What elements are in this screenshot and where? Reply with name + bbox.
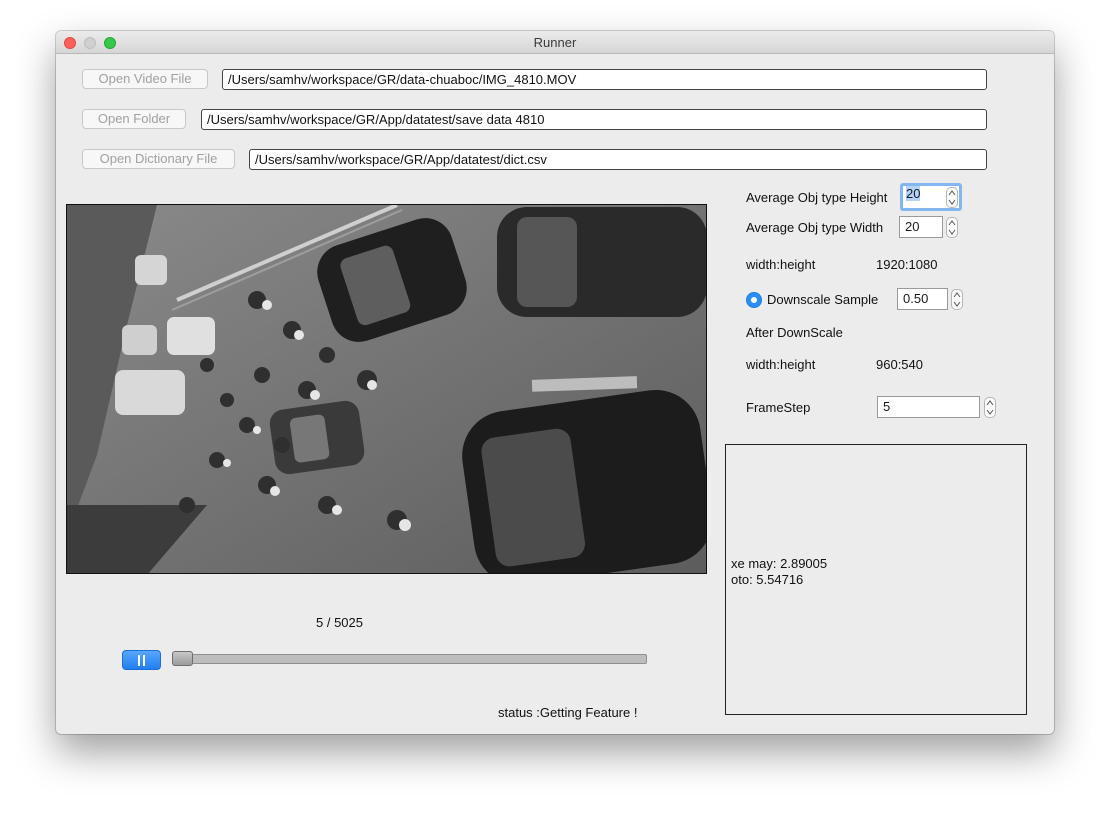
downscale-radio-icon[interactable]: [746, 292, 762, 308]
framestep-input[interactable]: 5: [877, 396, 980, 418]
downscale-value: 0.50: [903, 291, 929, 306]
frame-slider-thumb[interactable]: [172, 651, 194, 666]
avg-width-input[interactable]: 20: [899, 216, 943, 238]
result-line-motorbike: xe may: 2.89005: [731, 556, 828, 571]
width-height-value: 1920:1080: [876, 257, 938, 272]
avg-height-stepper-icon[interactable]: [946, 187, 958, 208]
result-line-car: oto: 5.54716: [731, 572, 804, 587]
avg-height-value: 20: [906, 186, 921, 201]
dictionary-path-field[interactable]: /Users/samhv/workspace/GR/App/datatest/d…: [249, 149, 987, 170]
downscale-stepper-icon[interactable]: [951, 289, 963, 310]
framestep-value: 5: [883, 399, 891, 414]
status-text: status :Getting Feature !: [498, 705, 638, 720]
avg-width-label: Average Obj type Width: [746, 220, 884, 235]
avg-width-stepper-icon[interactable]: [946, 217, 958, 238]
results-output-panel: xe may: 2.89005 oto: 5.54716: [725, 444, 1027, 715]
window-title: Runner: [533, 35, 577, 50]
pause-icon: [138, 655, 140, 666]
avg-height-label: Average Obj type Height: [746, 190, 888, 205]
frame-slider-track[interactable]: [172, 654, 647, 664]
folder-path-field[interactable]: /Users/samhv/workspace/GR/App/datatest/s…: [201, 109, 987, 130]
stepper-arrows-icon: [953, 292, 961, 307]
stepper-arrows-icon: [986, 400, 994, 415]
video-frame: [66, 204, 707, 574]
framestep-label: FrameStep: [746, 400, 811, 415]
after-downscale-label: After DownScale: [746, 325, 843, 340]
runner-window: Runner Open Video File /Users/samhv/work…: [56, 31, 1054, 734]
video-path-field[interactable]: /Users/samhv/workspace/GR/data-chuaboc/I…: [222, 69, 987, 90]
avg-width-value: 20: [905, 219, 920, 234]
pause-icon: [143, 655, 145, 666]
frame-counter: 5 / 5025: [316, 615, 363, 630]
stepper-arrows-icon: [948, 220, 956, 235]
downscale-input[interactable]: 0.50: [897, 288, 948, 310]
video-frame-image: [67, 205, 706, 573]
after-width-height-value: 960:540: [876, 357, 923, 372]
open-video-file-button[interactable]: Open Video File: [82, 69, 208, 89]
open-dictionary-file-button[interactable]: Open Dictionary File: [82, 149, 235, 169]
pause-button[interactable]: [122, 650, 161, 670]
title-bar: Runner: [56, 31, 1054, 54]
open-folder-button[interactable]: Open Folder: [82, 109, 186, 129]
width-height-label: width:height: [746, 257, 816, 272]
downscale-label[interactable]: Downscale Sample: [767, 292, 878, 307]
stepper-arrows-icon: [948, 190, 956, 205]
after-width-height-label: width:height: [746, 357, 816, 372]
framestep-stepper-icon[interactable]: [984, 397, 996, 418]
